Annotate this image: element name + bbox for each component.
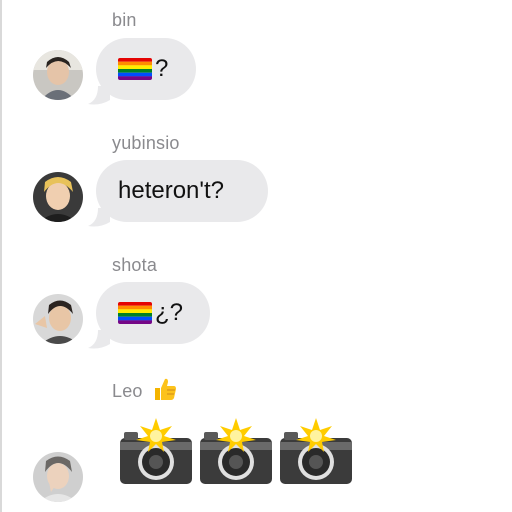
message-bubble[interactable]: ¿? xyxy=(96,282,210,344)
divider xyxy=(0,0,2,512)
rainbow-flag-icon xyxy=(118,302,152,324)
sender-name-text: Leo xyxy=(112,381,143,401)
sender-name: Leo xyxy=(112,376,178,402)
message-bubble[interactable]: heteron't? xyxy=(96,160,268,222)
attachments xyxy=(118,418,354,488)
rainbow-flag-icon xyxy=(118,58,152,80)
chat-screen: bin ? yubinsio heteron't? shota ¿? Leo xyxy=(0,0,512,512)
camera-with-flash-icon[interactable] xyxy=(118,418,194,488)
avatar[interactable] xyxy=(33,50,83,100)
message-text: ? xyxy=(155,55,169,82)
camera-with-flash-icon[interactable] xyxy=(278,418,354,488)
message-text: heteron't? xyxy=(118,177,224,204)
camera-with-flash-icon[interactable] xyxy=(198,418,274,488)
thumbs-up-icon xyxy=(154,378,176,400)
sender-name: yubinsio xyxy=(112,133,180,153)
message-text: ¿? xyxy=(155,299,184,326)
sender-name: shota xyxy=(112,255,158,275)
avatar[interactable] xyxy=(33,452,83,502)
message-bubble[interactable]: ? xyxy=(96,38,196,100)
avatar[interactable] xyxy=(33,172,83,222)
sender-name: bin xyxy=(112,10,137,30)
avatar[interactable] xyxy=(33,294,83,344)
